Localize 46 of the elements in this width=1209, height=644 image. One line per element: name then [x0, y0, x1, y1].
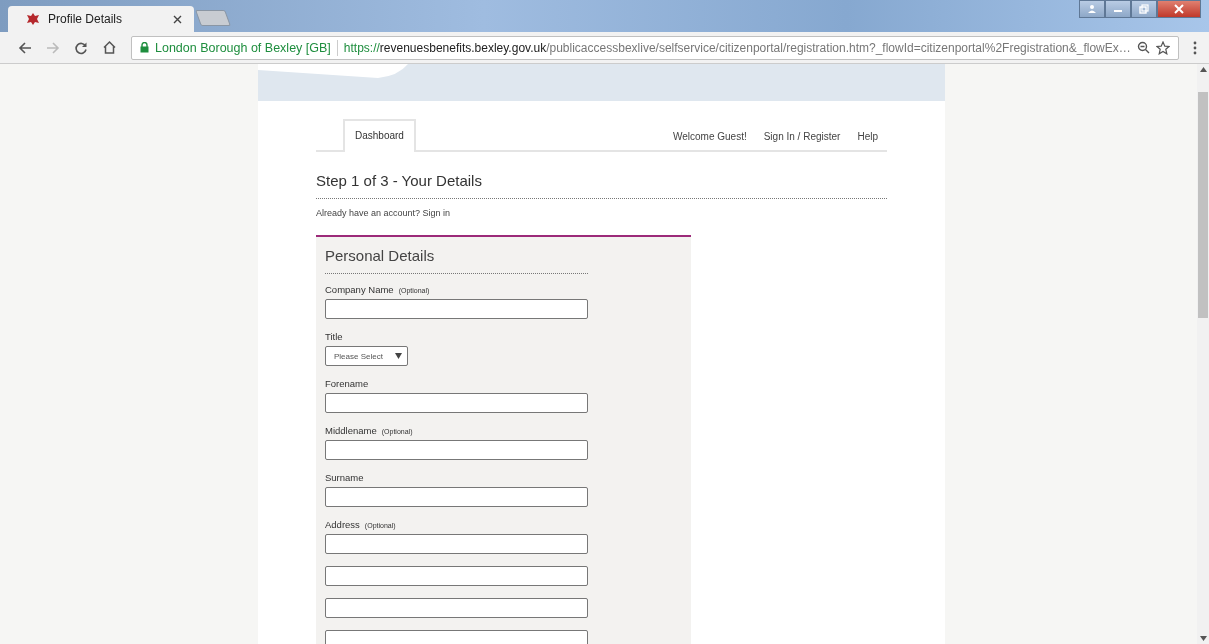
field-label: Company Name [325, 284, 394, 295]
text-field[interactable] [325, 440, 588, 460]
restore-icon [1139, 4, 1149, 14]
minimize-button[interactable] [1105, 0, 1131, 18]
scroll-down-icon[interactable] [1199, 636, 1207, 641]
url-text: https://revenuesbenefits.bexley.gov.uk/publicaccessbexlive/selfservice/citizenportal/registration.htm?_flowId=citizenportal%2Fregistration&_flowEx… [343, 40, 1131, 55]
close-icon [1174, 4, 1184, 14]
text-field[interactable] [325, 393, 588, 413]
sign-in-prompt[interactable]: Already have an account? Sign in [316, 208, 887, 218]
field-label: Forename [325, 378, 369, 389]
text-field[interactable] [325, 598, 588, 618]
person-icon [1087, 4, 1097, 14]
tab-title: Profile Details [48, 12, 124, 26]
text-field[interactable] [325, 299, 588, 319]
title-dropdown[interactable]: Please Select [325, 346, 408, 366]
field-label: Middlename [325, 425, 377, 436]
nav-link[interactable]: Sign In / Register [763, 131, 841, 150]
home-icon[interactable] [102, 40, 117, 55]
menu-icon[interactable] [1193, 40, 1197, 55]
field-label: Address [325, 519, 360, 530]
profile-button[interactable] [1079, 0, 1105, 18]
close-icon[interactable] [173, 14, 182, 24]
nav-link[interactable]: Help [857, 131, 878, 150]
star-icon[interactable] [1156, 40, 1170, 55]
reload-icon[interactable] [74, 40, 88, 55]
back-icon[interactable] [18, 40, 32, 55]
lock-icon [140, 42, 149, 53]
field-label: Title [325, 331, 343, 342]
text-field[interactable] [325, 566, 588, 586]
restore-button[interactable] [1131, 0, 1157, 18]
address-bar[interactable]: London Borough of Bexley [GB] https://revenuesbenefits.bexley.gov.uk/publicaccessbexlive/selfservice/citizenportal/registration.htm?_flowId=citizenportal%2Fregistration&_flowEx… [131, 35, 1179, 60]
text-field[interactable] [325, 630, 588, 644]
scrollbar[interactable] [1197, 64, 1209, 644]
browser-tab[interactable]: Profile Details [8, 6, 194, 32]
dashboard-tab[interactable]: Dashboard [343, 119, 416, 152]
field-label: Surname [325, 472, 364, 483]
welcome-text: Welcome Guest! [672, 131, 747, 144]
page-title: Step 1 of 3 - Your Details [316, 172, 483, 189]
section-title: Personal Details [325, 247, 436, 264]
zoom-icon[interactable] [1137, 41, 1150, 54]
scroll-up-icon[interactable] [1199, 67, 1207, 72]
text-field[interactable] [325, 487, 588, 507]
site-identity: London Borough of Bexley [GB] [155, 40, 331, 55]
close-button[interactable] [1157, 0, 1201, 18]
caret-icon [395, 353, 402, 359]
text-field[interactable] [325, 534, 588, 554]
